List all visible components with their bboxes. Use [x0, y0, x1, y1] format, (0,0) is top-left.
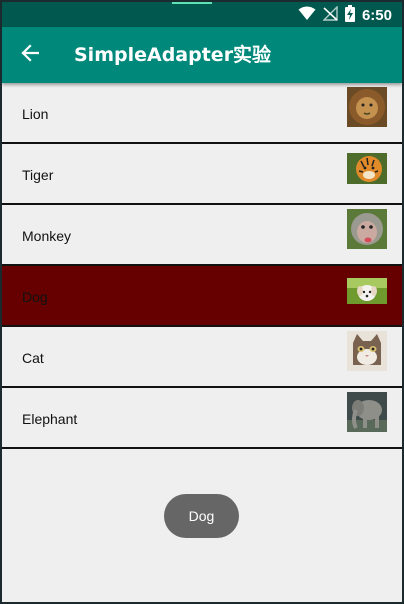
status-time: 6:50	[361, 6, 392, 24]
elephant-image	[347, 392, 387, 432]
dog-image	[347, 278, 387, 304]
list-item-label: Tiger	[22, 167, 54, 183]
phone-screen: 6:50 SimpleAdapter实验 Lion Tiger Monkey D…	[2, 2, 402, 602]
list-item-label: Dog	[22, 289, 48, 305]
list-item-tiger[interactable]: Tiger	[2, 144, 402, 205]
toast-message: Dog	[164, 494, 239, 538]
list-item-label: Elephant	[22, 411, 78, 427]
list-item-label: Cat	[22, 350, 44, 366]
monkey-image	[347, 209, 387, 249]
tiger-image	[347, 153, 387, 184]
back-button[interactable]	[16, 41, 44, 69]
cat-image	[347, 331, 387, 371]
arrow-left-icon	[21, 44, 40, 66]
battery-charging-icon	[344, 4, 355, 26]
list-item-label: Monkey	[22, 228, 72, 244]
list-item-dog[interactable]: Dog	[2, 266, 402, 327]
list-item-label: Lion	[22, 106, 49, 122]
list-item-cat[interactable]: Cat	[2, 327, 402, 388]
list-item-monkey[interactable]: Monkey	[2, 205, 402, 266]
toolbar: SimpleAdapter实验	[2, 27, 402, 83]
list-item-lion[interactable]: Lion	[2, 83, 402, 144]
lion-image	[347, 87, 387, 127]
no-signal-icon	[322, 4, 338, 25]
page-title: SimpleAdapter实验	[74, 44, 272, 66]
list-item-elephant[interactable]: Elephant	[2, 388, 402, 449]
status-indicator	[172, 2, 212, 4]
wifi-icon	[298, 6, 316, 25]
status-bar: 6:50	[2, 2, 402, 27]
animal-list: Lion Tiger Monkey Dog Cat Elephant	[2, 83, 402, 449]
status-icons: 6:50	[298, 4, 392, 26]
